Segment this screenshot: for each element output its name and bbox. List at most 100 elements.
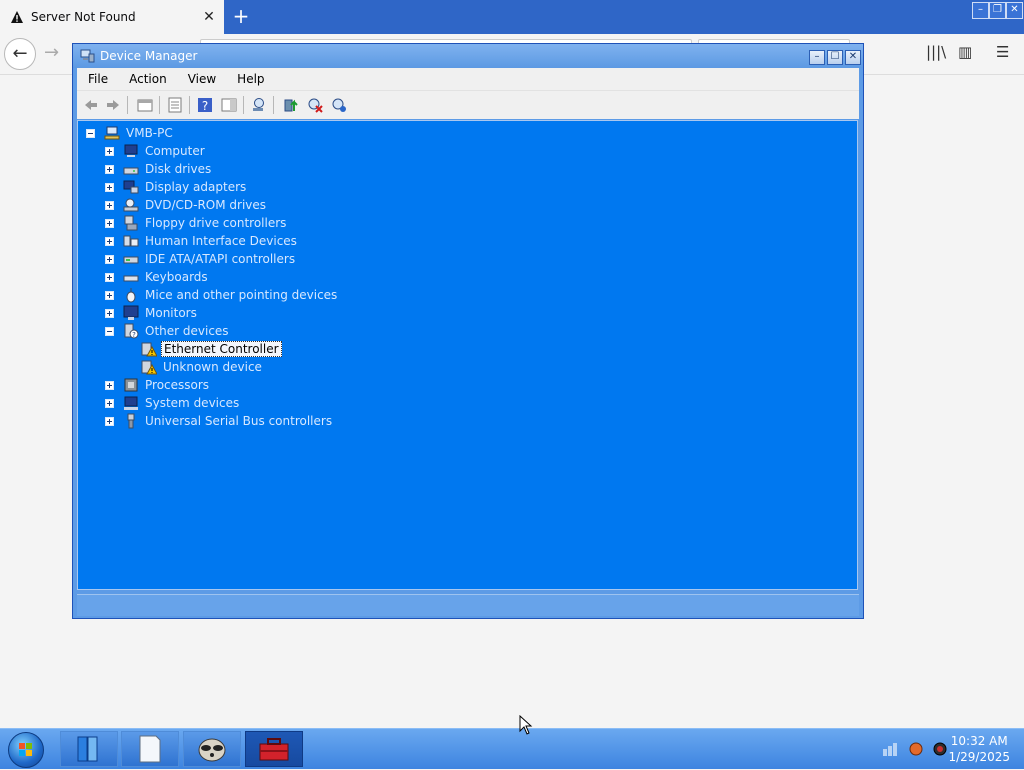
- taskbar-document[interactable]: [121, 731, 179, 767]
- system-devices-icon: [124, 396, 138, 410]
- tree-item-ide-ata-atapi-controllers[interactable]: IDE ATA/ATAPI controllers: [105, 250, 297, 268]
- update-driver-icon[interactable]: [283, 97, 299, 113]
- tree-item-label: System devices: [145, 396, 240, 410]
- expand-toggle[interactable]: [105, 182, 114, 192]
- tree-item-keyboards[interactable]: Keyboards: [105, 268, 210, 286]
- tree-item-monitors[interactable]: Monitors: [105, 304, 199, 322]
- tree-item-label: IDE ATA/ATAPI controllers: [145, 252, 296, 266]
- collapse-toggle[interactable]: [105, 326, 114, 336]
- tree-item-label: Floppy drive controllers: [145, 216, 287, 230]
- taskbar-file-explorer[interactable]: [60, 731, 118, 767]
- browser-tab[interactable]: Server Not Found ✕: [0, 0, 224, 34]
- library-icon[interactable]: |||\: [926, 43, 946, 61]
- mouse-cursor-icon: [519, 715, 533, 735]
- menu-help[interactable]: Help: [226, 72, 274, 86]
- maximize-button[interactable]: ☐: [827, 50, 843, 65]
- tree-item-ethernet-controller[interactable]: Ethernet Controller: [141, 340, 282, 358]
- keyboard-icon: [123, 275, 139, 282]
- security-tray-icon[interactable]: [932, 741, 948, 757]
- menu-view[interactable]: View: [177, 72, 226, 86]
- expand-toggle[interactable]: [105, 218, 114, 228]
- tree-item-unknown-device[interactable]: Unknown device: [141, 358, 264, 376]
- tree-root-label: VMB-PC: [126, 126, 173, 140]
- toolbar-separator: [127, 96, 128, 114]
- tree-item-label: Display adapters: [145, 180, 247, 194]
- forward-arrow-icon[interactable]: [105, 97, 121, 113]
- dvd-drive-icon: [123, 198, 139, 212]
- computer-icon: [124, 144, 138, 157]
- taskbar-raccoon-app[interactable]: [183, 731, 241, 767]
- processor-icon: [124, 378, 138, 392]
- file-explorer-icon: [77, 736, 98, 762]
- expand-toggle[interactable]: [105, 254, 114, 264]
- tree-item-label: Processors: [145, 378, 210, 392]
- back-button[interactable]: ←: [4, 38, 36, 70]
- tree-root[interactable]: VMB-PC: [86, 124, 175, 142]
- disk-drive-icon: [123, 167, 139, 175]
- menu-bar: File Action View Help: [77, 68, 859, 90]
- device-manager-titlebar[interactable]: Device Manager – ☐ ✕: [73, 44, 863, 68]
- status-bar: [77, 594, 859, 616]
- tree-item-usb-controllers[interactable]: Universal Serial Bus controllers: [105, 412, 334, 430]
- warning-icon: [11, 11, 23, 23]
- expand-toggle[interactable]: [105, 398, 114, 408]
- uninstall-device-icon[interactable]: [307, 97, 323, 113]
- speaker-tray-icon[interactable]: [908, 741, 924, 757]
- enable-device-icon[interactable]: [331, 97, 347, 113]
- browser-tabstrip: Server Not Found ✕ + – ❐ ✕: [0, 0, 1024, 34]
- tab-close-button[interactable]: ✕: [198, 9, 220, 25]
- tray-clock[interactable]: 10:32 AM 1/29/2025: [948, 733, 1010, 765]
- show-hide-console-tree-icon[interactable]: [137, 97, 153, 113]
- properties-icon[interactable]: [167, 97, 183, 113]
- network-tray-icon[interactable]: [882, 741, 898, 757]
- other-devices-icon: ?: [124, 323, 139, 339]
- floppy-controller-icon: [124, 215, 138, 231]
- expand-toggle[interactable]: [105, 236, 114, 246]
- tree-item-system-devices[interactable]: System devices: [105, 394, 241, 412]
- tree-item-other-devices[interactable]: ? Other devices: [105, 322, 231, 340]
- browser-close-button[interactable]: ✕: [1006, 2, 1023, 19]
- tree-item-dvd-cd-rom-drives[interactable]: DVD/CD-ROM drives: [105, 196, 268, 214]
- tree-item-computer[interactable]: Computer: [105, 142, 207, 160]
- tree-item-display-adapters[interactable]: Display adapters: [105, 178, 248, 196]
- show-action-pane-icon[interactable]: [221, 97, 237, 113]
- expand-toggle[interactable]: [105, 200, 114, 210]
- expand-toggle[interactable]: [105, 164, 114, 174]
- browser-restore-button[interactable]: ❐: [989, 2, 1006, 19]
- hamburger-menu-icon[interactable]: ☰: [996, 43, 1009, 61]
- tree-item-label: DVD/CD-ROM drives: [145, 198, 267, 212]
- toolbar-separator: [273, 96, 274, 114]
- back-arrow-icon[interactable]: [83, 97, 99, 113]
- tree-item-processors[interactable]: Processors: [105, 376, 211, 394]
- minimize-button[interactable]: –: [809, 50, 825, 65]
- menu-action[interactable]: Action: [118, 72, 177, 86]
- device-manager-icon: [80, 49, 95, 63]
- expand-toggle[interactable]: [105, 308, 114, 318]
- forward-button[interactable]: →: [44, 42, 59, 63]
- menu-file[interactable]: File: [77, 72, 118, 86]
- help-icon[interactable]: ?: [197, 97, 213, 113]
- expand-toggle[interactable]: [105, 272, 114, 282]
- tree-item-label: Disk drives: [145, 162, 212, 176]
- new-tab-button[interactable]: +: [230, 4, 252, 28]
- start-button[interactable]: [8, 732, 44, 768]
- expand-toggle[interactable]: [105, 416, 114, 426]
- collapse-toggle[interactable]: [86, 128, 95, 138]
- expand-toggle[interactable]: [105, 380, 114, 390]
- usb-icon: [127, 413, 135, 429]
- expand-toggle[interactable]: [105, 290, 114, 300]
- tree-item-disk-drives[interactable]: Disk drives: [105, 160, 213, 178]
- taskbar-toolbox[interactable]: [245, 731, 303, 767]
- browser-minimize-button[interactable]: –: [972, 2, 989, 19]
- toolbar-separator: [189, 96, 190, 114]
- sidebar-icon[interactable]: ▥: [958, 43, 972, 61]
- close-button[interactable]: ✕: [845, 50, 861, 65]
- tree-item-label: Other devices: [145, 324, 229, 338]
- tree-item-human-interface-devices[interactable]: Human Interface Devices: [105, 232, 299, 250]
- taskbar: 10:32 AM 1/29/2025: [0, 728, 1024, 769]
- tree-item-mice[interactable]: Mice and other pointing devices: [105, 286, 339, 304]
- expand-toggle[interactable]: [105, 146, 114, 156]
- tree-item-floppy-drive-controllers[interactable]: Floppy drive controllers: [105, 214, 288, 232]
- scan-hardware-icon[interactable]: [251, 97, 267, 113]
- clock-date: 1/29/2025: [948, 750, 1010, 764]
